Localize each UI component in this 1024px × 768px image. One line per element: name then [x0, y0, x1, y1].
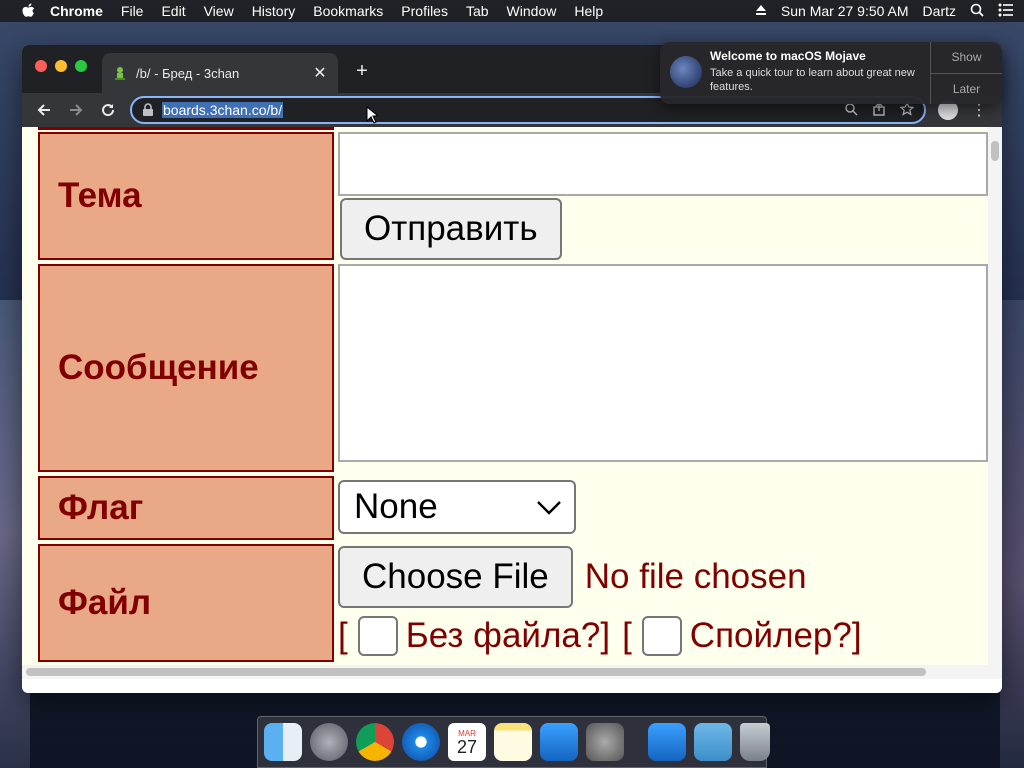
post-form: Тема Отправить Сообщение Флаг None Файл …: [38, 127, 988, 679]
horizontal-scroll-thumb[interactable]: [26, 668, 926, 676]
row-flag: Флаг None: [38, 476, 988, 540]
notification-title: Welcome to macOS Mojave: [710, 49, 866, 63]
flag-select-value: None: [354, 487, 438, 526]
eject-icon[interactable]: [755, 3, 767, 19]
dock: MAR 27: [257, 716, 770, 768]
menu-bookmarks[interactable]: Bookmarks: [313, 3, 383, 19]
menu-profiles[interactable]: Profiles: [401, 3, 448, 19]
spoiler-option-label: Спойлер?]: [689, 616, 862, 655]
browser-tab[interactable]: /b/ - Бред - 3chan ✕: [102, 53, 338, 93]
flag-field: None: [338, 476, 988, 540]
page-viewport: Тема Отправить Сообщение Флаг None Файл …: [22, 127, 1002, 679]
row-file: Файл Choose File No file chosen [ Без фа…: [38, 544, 988, 662]
message-textarea[interactable]: [338, 264, 988, 462]
lock-icon[interactable]: [142, 103, 154, 117]
notification-show-button[interactable]: Show: [931, 42, 1002, 74]
menu-edit[interactable]: Edit: [161, 3, 185, 19]
menu-help[interactable]: Help: [574, 3, 603, 19]
no-file-option-label: Без файла?]: [405, 616, 611, 655]
menu-view[interactable]: View: [204, 3, 234, 19]
menu-window[interactable]: Window: [507, 3, 557, 19]
reload-button[interactable]: [94, 96, 122, 124]
file-field: Choose File No file chosen [ Без файла?]…: [338, 544, 988, 662]
menu-app-name[interactable]: Chrome: [50, 3, 103, 19]
vertical-scrollbar[interactable]: [988, 127, 1002, 665]
zoom-search-icon[interactable]: [844, 102, 858, 119]
launchpad-icon[interactable]: [310, 723, 348, 761]
notification-later-button[interactable]: Later: [931, 74, 1002, 105]
subject-field: Отправить: [338, 132, 988, 260]
no-file-text: No file chosen: [584, 557, 807, 596]
new-tab-button[interactable]: +: [350, 59, 374, 83]
bracket-open-2: [: [622, 616, 632, 655]
chevron-down-icon: [537, 501, 561, 515]
message-label: Сообщение: [38, 264, 334, 472]
calendar-day: 27: [456, 736, 478, 757]
choose-file-button[interactable]: Choose File: [338, 546, 573, 608]
notification-center-icon[interactable]: [998, 3, 1014, 20]
menu-history[interactable]: History: [252, 3, 296, 19]
url-text[interactable]: boards.3chan.co/b/: [162, 102, 284, 118]
submit-button[interactable]: Отправить: [340, 198, 562, 260]
safari-icon[interactable]: [402, 723, 440, 761]
spotlight-icon[interactable]: [970, 3, 984, 20]
flag-label: Флаг: [38, 476, 334, 540]
form-top-edge: [38, 127, 334, 130]
notification-banner[interactable]: Welcome to macOS Mojave Take a quick tou…: [660, 42, 1002, 104]
chrome-icon[interactable]: [356, 723, 394, 761]
3chan-favicon-icon: [112, 65, 128, 81]
trash-icon[interactable]: [740, 723, 770, 761]
notes-icon[interactable]: [494, 723, 532, 761]
subject-input[interactable]: [338, 132, 988, 196]
window-controls: [35, 60, 87, 72]
share-icon[interactable]: [872, 101, 886, 119]
finder-icon[interactable]: [264, 723, 302, 761]
menubar-clock[interactable]: Sun Mar 27 9:50 AM: [781, 3, 909, 19]
calendar-icon[interactable]: MAR 27: [448, 723, 486, 761]
row-message: Сообщение: [38, 264, 988, 472]
horizontal-scrollbar[interactable]: [22, 665, 1002, 679]
zoom-window-button[interactable]: [75, 60, 87, 72]
menubar: Chrome File Edit View History Bookmarks …: [0, 0, 1024, 22]
message-field: [338, 264, 988, 472]
menu-tab[interactable]: Tab: [466, 3, 489, 19]
app-store-downloads-icon[interactable]: [648, 723, 686, 761]
menubar-user[interactable]: Dartz: [923, 3, 956, 19]
notification-subtitle: Take a quick tour to learn about great n…: [710, 67, 915, 93]
back-button[interactable]: [30, 96, 58, 124]
mouse-cursor-icon: [366, 106, 378, 124]
file-label: Файл: [38, 544, 334, 662]
minimize-window-button[interactable]: [55, 60, 67, 72]
close-tab-icon[interactable]: ✕: [312, 65, 328, 82]
no-file-checkbox[interactable]: [357, 616, 398, 656]
bookmark-star-icon[interactable]: [899, 101, 915, 119]
apple-icon[interactable]: [20, 3, 36, 19]
app-store-icon[interactable]: [540, 723, 578, 761]
file-options: [ Без файла?] [ Спойлер?]: [338, 616, 988, 656]
vertical-scroll-thumb[interactable]: [991, 141, 999, 161]
forward-button[interactable]: [62, 96, 90, 124]
close-window-button[interactable]: [35, 60, 47, 72]
subject-label: Тема: [38, 132, 334, 260]
chrome-window: /b/ - Бред - 3chan ✕ + boards.3chan.co/b…: [22, 45, 1002, 693]
bracket-open: [: [338, 616, 348, 655]
menu-file[interactable]: File: [121, 3, 144, 19]
system-preferences-icon[interactable]: [586, 723, 624, 761]
flag-select[interactable]: None: [338, 480, 576, 534]
wallpaper-right: [1000, 300, 1024, 768]
row-subject: Тема Отправить: [38, 132, 988, 260]
spoiler-checkbox[interactable]: [641, 616, 682, 656]
downloads-folder-icon[interactable]: [694, 723, 732, 761]
macos-mojave-icon: [670, 56, 702, 88]
tab-title: /b/ - Бред - 3chan: [136, 65, 240, 81]
